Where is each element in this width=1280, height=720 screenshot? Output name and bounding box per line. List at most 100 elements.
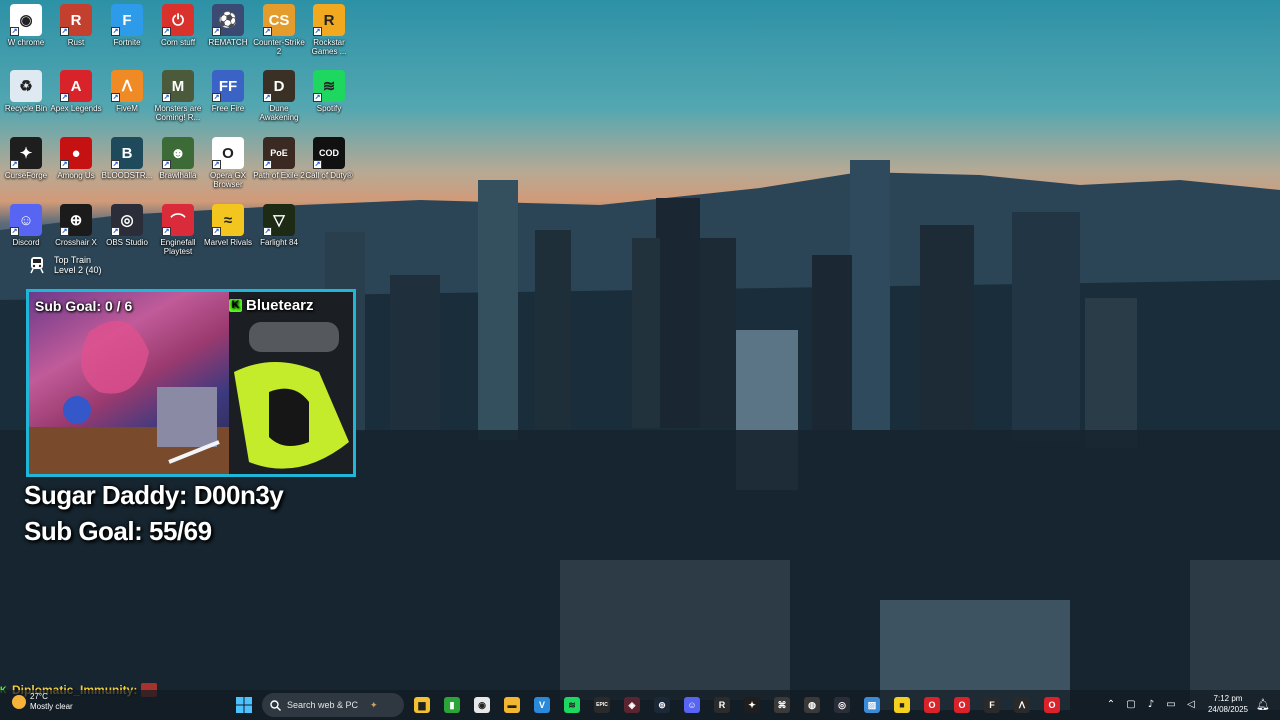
weather-desc: Mostly clear [30,702,73,711]
valorant-icon: ◈ [624,697,640,713]
system-tray: ⌃ ▢ ♪ ▭ ◁ [1104,693,1198,717]
taskbar-app-button[interactable]: F [980,693,1004,717]
shortcut-arrow-icon: ↗ [111,27,120,36]
desktop-icon[interactable]: ✦ ↗ CurseForge [0,137,52,201]
rockstar-taskbar-icon: R [714,697,730,713]
windows-icon [236,697,252,713]
opera-taskbar-icon: O [924,697,940,713]
free-fire-icon: FF ↗ [212,70,244,102]
desktop-icon[interactable]: ⚽ ↗ REMATCH [202,4,254,68]
taskbar-app-button[interactable]: R [710,693,734,717]
sticky-notes-icon: ■ [894,697,910,713]
taskbar-app-button[interactable]: O [920,693,944,717]
curseforge-taskbar-icon: ✦ [744,697,760,713]
desktop-icon[interactable]: D ↗ Dune Awakening [253,70,305,134]
desktop-icon-label: Among Us [57,171,95,180]
desktop-icon[interactable]: ☻ ↗ Brawlhalla [152,137,204,201]
taskbar-app-button[interactable]: ≋ [560,693,584,717]
desktop-icon-label: Apex Legends [50,104,102,113]
taskbar-app-button[interactable]: O [1040,693,1064,717]
desktop-icon[interactable]: ≈ ↗ Marvel Rivals [202,204,254,268]
window-icon[interactable]: ▢ [1124,698,1138,712]
taskbar-app-button[interactable]: ☺ [680,693,704,717]
desktop-icon-label: REMATCH [208,38,248,47]
weather-widget[interactable]: 27°C Mostly clear [12,692,73,712]
desktop-icon[interactable]: PoE ↗ Path of Exile 2 [253,137,305,201]
desktop-icon[interactable]: ≋ ↗ Spotify [303,70,355,134]
taskbar-app-button[interactable]: ◈ [620,693,644,717]
desktop-icon[interactable]: ◎ ↗ OBS Studio [101,204,153,268]
desktop-icon-label: Call of Duty® [305,171,353,180]
desktop-icon[interactable]: B ↗ BLOODSTR... [101,137,153,201]
taskbar-app-button[interactable]: ▆ [410,693,434,717]
taskbar-app-button[interactable]: ᐱ [1010,693,1034,717]
search-icon [270,699,281,711]
start-button[interactable] [232,693,256,717]
speaker-icon[interactable]: ◁ [1184,698,1198,712]
taskbar-app-button[interactable]: ▨ [860,693,884,717]
deer-icon: ✦ [370,699,378,710]
taskbar-app-button[interactable]: ◍ [800,693,824,717]
rust-icon: R ↗ [60,4,92,36]
taskbar-app-button[interactable]: ⌘ [770,693,794,717]
taskbar-app-button[interactable]: ◎ [830,693,854,717]
shortcut-arrow-icon: ↗ [111,227,120,236]
app-icon: ⌘ [774,697,790,713]
desktop-icon[interactable]: CS ↗ Counter-Strike 2 [253,4,305,68]
shortcut-arrow-icon: ↗ [60,160,69,169]
brawlhalla-icon: ☻ ↗ [162,137,194,169]
taskbar-app-button[interactable]: ⊚ [650,693,674,717]
obs-icon: ◎ ↗ [111,204,143,236]
folder-icon: ▬ [504,697,520,713]
desktop-icon-label: Spotify [316,104,342,113]
desktop-icon[interactable]: A ↗ Apex Legends [50,70,102,134]
desktop-icon[interactable]: O ↗ Opera GX Browser [202,137,254,201]
taskbar-app-button[interactable]: ■ [890,693,914,717]
microphone-icon[interactable]: ♪ [1144,698,1158,712]
taskbar-app-button[interactable]: ▬ [500,693,524,717]
desktop-icon-label: Marvel Rivals [203,238,252,247]
steam-icon: ⊚ [654,697,670,713]
desktop-icon-label: Fortnite [113,38,141,47]
fivem-icon: ᐱ ↗ [111,70,143,102]
bloodstrike-icon: B ↗ [111,137,143,169]
desktop-icon-label: Rockstar Games ... [311,38,347,56]
taskbar-app-button[interactable]: EPIC [590,693,614,717]
taskbar-app-button[interactable]: ✦ [740,693,764,717]
discord-icon: ☺ ↗ [10,204,42,236]
taskbar-app-button[interactable]: V [530,693,554,717]
desktop-icon-label: Crosshair X [55,238,97,247]
desktop-icon-label: BLOODSTR... [101,171,153,180]
taskbar-app-button[interactable]: ▮ [440,693,464,717]
desktop-icon[interactable]: ᐱ ↗ FiveM [101,70,153,134]
desktop-icon[interactable]: ⏻ ↗ Com stuff [152,4,204,68]
desktop-icon[interactable]: F ↗ Fortnite [101,4,153,68]
monitor-icon[interactable]: ▭ [1164,698,1178,712]
desktop-icon[interactable]: R ↗ Rust [50,4,102,68]
chevron-up-icon[interactable]: ⌃ [1104,698,1118,712]
counter-strike-icon: CS ↗ [263,4,295,36]
taskbar-app-button[interactable]: ◉ [470,693,494,717]
shortcut-arrow-icon: ↗ [162,93,171,102]
desktop-icon[interactable]: COD ↗ Call of Duty® [303,137,355,201]
notification-bell-icon[interactable]: 🔔︎ [1256,698,1270,712]
taskbar-search[interactable]: Search web & PC ✦ [262,693,404,717]
nvidia-icon: ◍ [804,697,820,713]
taskbar-clock[interactable]: 7:12 pm 24/08/2025 [1205,693,1251,715]
desktop-icon[interactable]: ♻ Recycle Bin [0,70,52,134]
farlight-icon: ▽ ↗ [263,204,295,236]
desktop-icon[interactable]: R ↗ Rockstar Games ... [303,4,355,68]
shortcut-arrow-icon: ↗ [263,227,272,236]
enginefall-icon: ⌒ ↗ [162,204,194,236]
desktop-icon[interactable]: ⌒ ↗ Enginefall Playtest [152,204,204,268]
desktop-icon[interactable]: ● ↗ Among Us [50,137,102,201]
desktop-icon[interactable]: ◉ ↗ W chrome [0,4,52,68]
desktop-icon[interactable]: FF ↗ Free Fire [202,70,254,134]
spotify-taskbar-icon: ≋ [564,697,580,713]
shortcut-arrow-icon: ↗ [313,93,322,102]
desktop-icon[interactable]: ▽ ↗ Farlight 84 [253,204,305,268]
desktop-icon[interactable]: M ↗ Monsters are Coming! R... [152,70,204,134]
shortcut-arrow-icon: ↗ [263,160,272,169]
taskbar-app-button[interactable]: O [950,693,974,717]
weather-moon-icon [12,695,26,709]
